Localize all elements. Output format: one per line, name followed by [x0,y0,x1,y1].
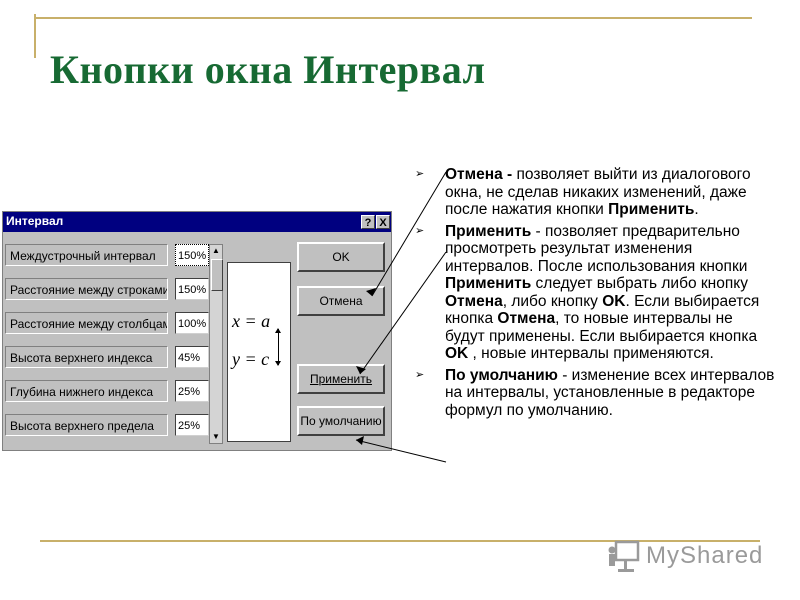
connector-default [355,439,447,463]
bullet-cancel: ➢ Отмена - позволяет выйти из диалоговог… [415,166,751,218]
teacher-board-icon [608,540,640,572]
logo-text: MyShared [646,542,764,569]
bullet-arrow-icon: ➢ [415,168,425,180]
bullet-list: ➢ Отмена - позволяет выйти из диалоговог… [415,166,775,423]
arrowhead-default [356,436,364,445]
bullet-arrow-icon: ➢ [415,368,425,381]
bullet-arrow-icon: ➢ [415,224,425,237]
myshared-logo: MyShared [606,538,766,574]
bullet-default: ➢ По умолчанию - изменение всех интервал… [415,366,775,419]
bullet-apply: ➢ Применить - позволяет предварительно п… [415,222,760,363]
